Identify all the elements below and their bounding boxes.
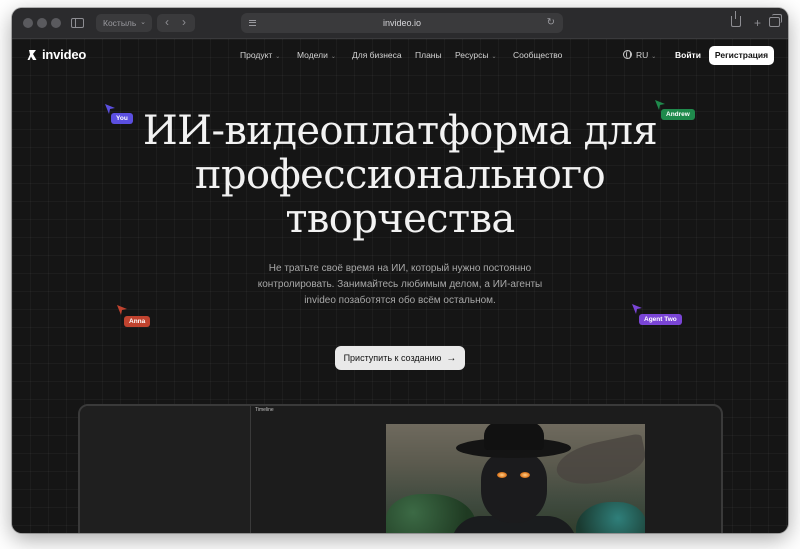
- hero-title-line: творчества: [285, 196, 515, 242]
- login-link[interactable]: Войти: [675, 49, 701, 61]
- hero-subtitle-line: Не тратьте своё время на ИИ, который нуж…: [268, 263, 532, 274]
- cursor-label-you: You: [111, 113, 133, 124]
- nav-community-label: Сообщество: [513, 50, 563, 60]
- cursor-pointer-icon: [117, 305, 127, 315]
- timeline-label: Timeline: [255, 407, 274, 413]
- address-bar[interactable]: invideo.io ↻: [241, 13, 563, 33]
- hero-subtitle: Не тратьте своё время на ИИ, который нуж…: [230, 261, 570, 309]
- back-button[interactable]: ‹: [165, 14, 169, 31]
- new-tab-button[interactable]: +: [754, 14, 761, 32]
- forward-button[interactable]: ›: [182, 14, 186, 31]
- hero-subtitle-line: invideo позаботятся обо всём остальном.: [304, 295, 496, 306]
- invideo-logo-icon: [27, 50, 37, 60]
- nav-resources[interactable]: Ресурсы ⌄: [455, 49, 497, 63]
- language-label: RU: [636, 50, 649, 60]
- nav-resources-label: Ресурсы: [455, 50, 489, 60]
- nav-product-label: Продукт: [240, 50, 273, 60]
- chevron-down-icon: ⌄: [140, 19, 146, 26]
- editor-side-panel: [80, 406, 251, 533]
- reload-icon[interactable]: ↻: [547, 13, 555, 33]
- hero-subtitle-line: контролировать. Занимайтесь любимым дело…: [257, 279, 543, 290]
- chevron-down-icon: ⌄: [275, 54, 281, 60]
- video-preview[interactable]: [386, 424, 645, 533]
- language-selector[interactable]: RU ⌄: [636, 49, 656, 63]
- hero-title-line: ИИ-видеоплатформа для: [142, 108, 658, 154]
- hero-title: ИИ-видеоплатформа для профессионального …: [100, 109, 700, 241]
- close-window-button[interactable]: [23, 18, 33, 28]
- sidebar-icon: [71, 18, 84, 28]
- chevron-down-icon: ⌄: [330, 54, 336, 60]
- zoom-window-button[interactable]: [51, 18, 61, 28]
- start-creating-button[interactable]: Приступить к созданию →: [335, 346, 465, 370]
- nav-plans-label: Планы: [415, 50, 442, 60]
- cursor-label-anna: Anna: [124, 316, 151, 327]
- site-header: invideo Продукт ⌄ Модели ⌄ Для бизнеса Пла…: [12, 39, 788, 71]
- nav-product[interactable]: Продукт ⌄: [240, 49, 280, 63]
- browser-toolbar: Костыль ⌄ ‹ › invideo.io ↻ +: [12, 8, 788, 39]
- brand-name: invideo: [42, 47, 87, 62]
- editor-preview: Timeline: [78, 404, 723, 533]
- hero-title-line: профессионального: [194, 152, 606, 198]
- web-page: invideo Продукт ⌄ Модели ⌄ Для бизнеса Пла…: [12, 39, 788, 533]
- tab-group-selector[interactable]: Костыль ⌄: [96, 14, 152, 32]
- cursor-label-andrew: Andrew: [661, 109, 695, 120]
- share-icon[interactable]: [731, 11, 741, 27]
- chevron-down-icon: ⌄: [651, 54, 657, 60]
- arrow-right-icon: →: [446, 353, 457, 364]
- url-text: invideo.io: [382, 18, 422, 28]
- nav-models[interactable]: Модели ⌄: [297, 49, 336, 63]
- nav-business[interactable]: Для бизнеса: [352, 49, 402, 61]
- nav-plans[interactable]: Планы: [415, 49, 442, 61]
- browser-window: Костыль ⌄ ‹ › invideo.io ↻ + invideo Про…: [12, 8, 788, 533]
- globe-icon: [623, 50, 632, 59]
- tab-overview-icon[interactable]: [769, 14, 782, 27]
- sidebar-toggle-button[interactable]: [68, 15, 88, 31]
- start-creating-label: Приступить к созданию: [343, 353, 442, 363]
- history-nav: ‹ ›: [157, 14, 195, 32]
- tab-group-label: Костыль: [103, 18, 137, 28]
- nav-models-label: Модели: [297, 50, 328, 60]
- signup-button[interactable]: Регистрация: [709, 46, 774, 65]
- nav-business-label: Для бизнеса: [352, 50, 402, 60]
- nav-community[interactable]: Сообщество: [513, 49, 562, 61]
- minimize-window-button[interactable]: [37, 18, 47, 28]
- cursor-label-agent-two: Agent Two: [639, 314, 682, 325]
- page-menu-icon[interactable]: [249, 20, 256, 26]
- chevron-down-icon: ⌄: [491, 54, 497, 60]
